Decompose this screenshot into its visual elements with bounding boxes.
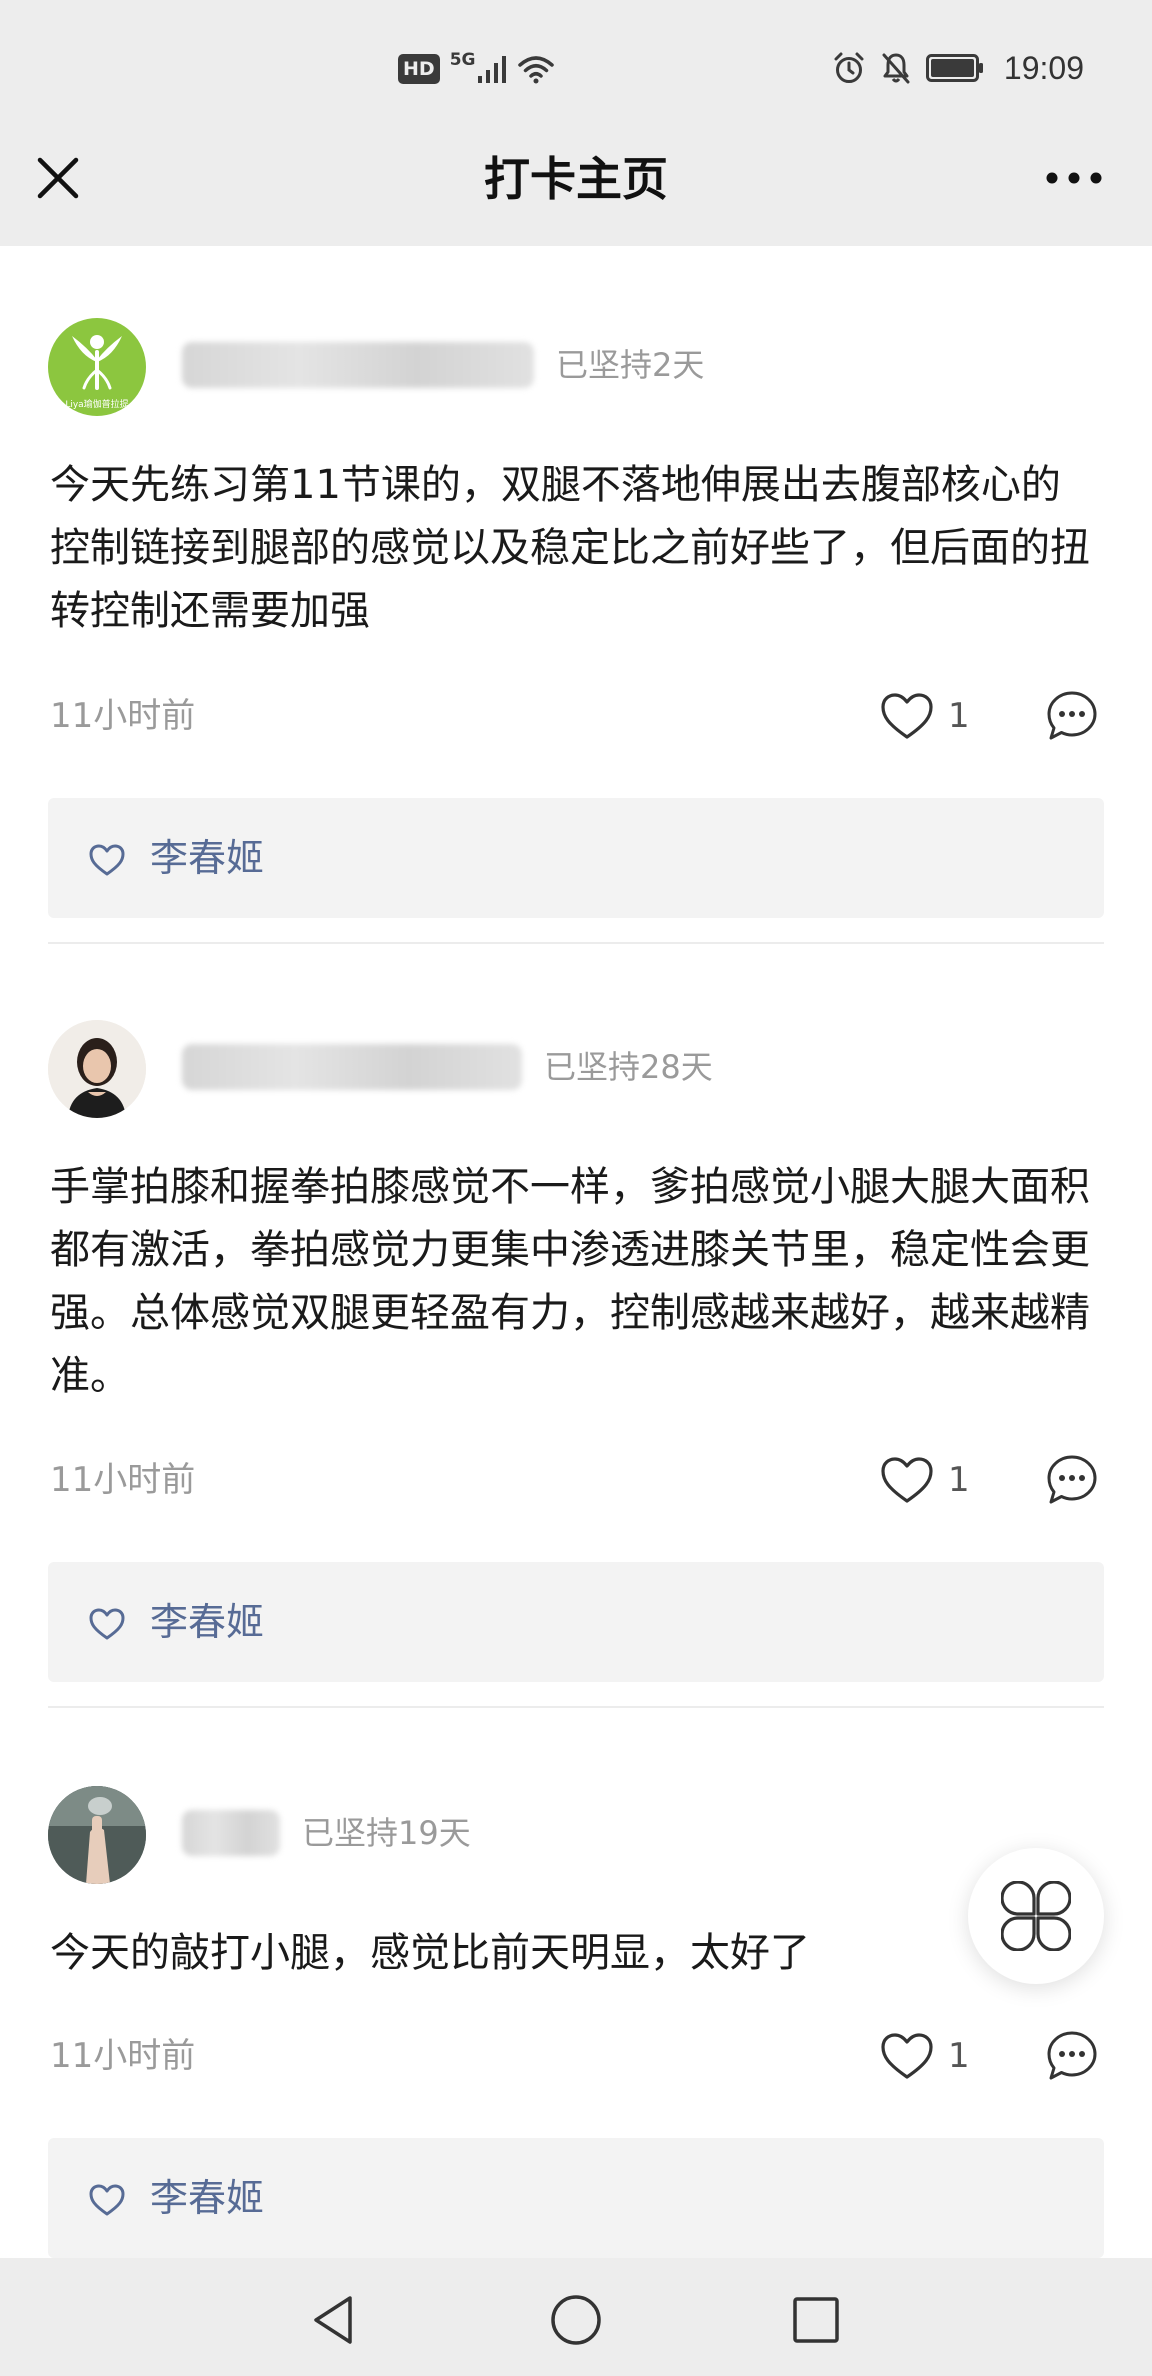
recent-apps-nav-icon[interactable]: [788, 2292, 844, 2348]
likes-box: 李春姬: [48, 1562, 1104, 1682]
network-type-label: 5G: [449, 50, 476, 70]
post-time: 11小时前: [50, 696, 196, 736]
status-network-group: HD 5G: [398, 50, 555, 88]
post-content: 今天先练习第11节课的，双腿不落地伸展出去腹部核心的控制链接到腿部的感觉以及稳定…: [50, 462, 1090, 634]
username-blurred[interactable]: [182, 342, 534, 388]
liked-heart-icon: [89, 2184, 125, 2216]
mute-icon: [882, 53, 910, 84]
likes-box: 李春姬: [48, 798, 1104, 918]
liked-by-name[interactable]: 李春姬: [150, 1562, 264, 1682]
home-nav-icon[interactable]: [548, 2292, 604, 2348]
profile-photo-icon: [48, 1786, 146, 1884]
streak-days: 已坚持2天: [556, 346, 705, 384]
signal-icon: [478, 56, 507, 83]
nav-bar: 打卡主页: [0, 134, 1152, 246]
battery-icon: [925, 54, 983, 82]
post-time: 11小时前: [50, 1460, 196, 1500]
streak-days: 已坚持19天: [302, 1814, 471, 1852]
post-divider: [48, 942, 1104, 944]
liked-by-name[interactable]: 李春姬: [150, 798, 264, 918]
status-bar: HD 5G 19:09: [0, 0, 1152, 134]
avatar[interactable]: [48, 1786, 146, 1884]
back-nav-icon[interactable]: [306, 2292, 362, 2348]
liked-heart-icon: [89, 1608, 125, 1640]
avatar[interactable]: Liya瑜伽普拉提: [48, 318, 146, 416]
post-content: 今天的敲打小腿，感觉比前天明显，太好了: [50, 1930, 810, 1976]
username-blurred[interactable]: [182, 1044, 522, 1090]
page-title: 打卡主页: [484, 152, 668, 206]
like-count: 1: [948, 696, 970, 736]
streak-days: 已坚持28天: [544, 1048, 713, 1086]
wifi-icon: [518, 56, 555, 84]
like-icon[interactable]: [880, 2032, 934, 2082]
more-icon[interactable]: [1046, 168, 1102, 188]
profile-photo-icon: [48, 1020, 146, 1118]
like-count: 1: [948, 1460, 970, 1500]
comment-icon[interactable]: [1046, 1454, 1098, 1506]
post-content: 手掌拍膝和握拳拍膝感觉不一样，爹拍感觉小腿大腿大面积都有激活，拳拍感觉力更集中渗…: [50, 1164, 1090, 1399]
comment-icon[interactable]: [1046, 690, 1098, 742]
avatar-logo-text: Liya瑜伽普拉提: [65, 400, 129, 410]
floating-menu-button[interactable]: [968, 1848, 1104, 1984]
username-blurred[interactable]: [182, 1810, 280, 1856]
post-time: 11小时前: [50, 2036, 196, 2076]
like-count: 1: [948, 2036, 970, 2076]
liked-by-name[interactable]: 李春姬: [150, 2138, 264, 2258]
status-time: 19:09: [1003, 49, 1084, 86]
avatar[interactable]: [48, 1020, 146, 1118]
status-right-group: 19:09: [832, 46, 1084, 90]
post-divider: [48, 1706, 1104, 1708]
comment-icon[interactable]: [1046, 2030, 1098, 2082]
liked-heart-icon: [89, 844, 125, 876]
like-icon[interactable]: [880, 692, 934, 742]
alarm-icon: [834, 52, 864, 83]
system-nav-bar: [0, 2258, 1152, 2376]
like-icon[interactable]: [880, 1456, 934, 1506]
likes-box: 李春姬: [48, 2138, 1104, 2258]
clover-menu-icon: [1001, 1881, 1071, 1951]
hd-badge: HD: [398, 54, 440, 84]
